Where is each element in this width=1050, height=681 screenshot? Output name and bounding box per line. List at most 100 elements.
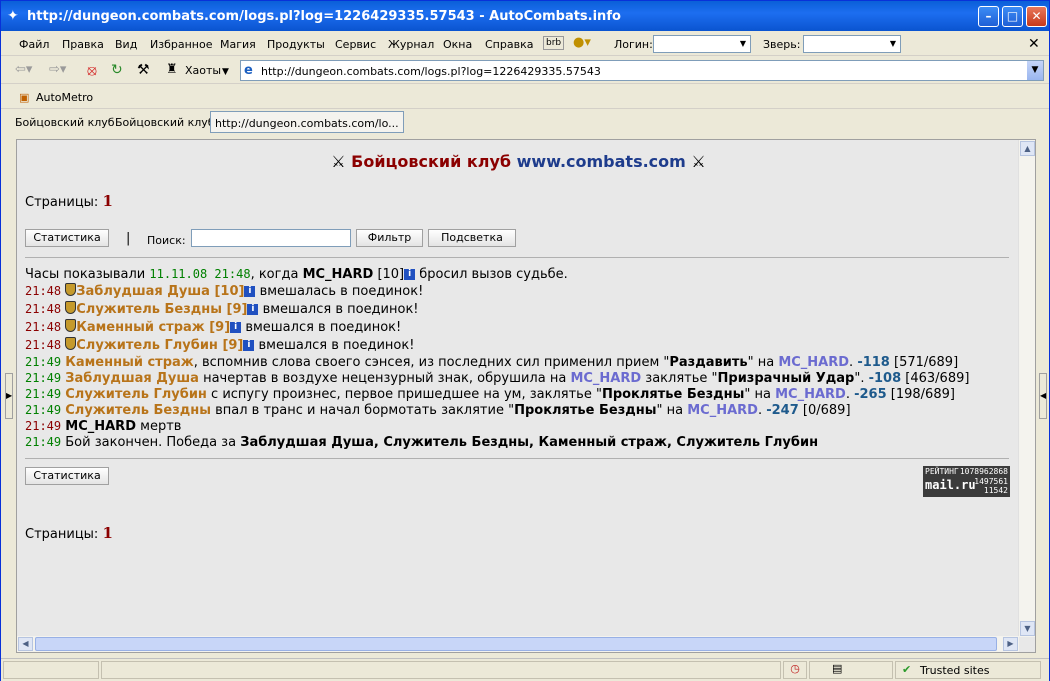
navigation-bar: ⇦▾ ⇨▾ ⦻ ↻ ⚒ ♜ Хаоты ▼ e http://dungeon.c… [1,57,1049,84]
search-input[interactable] [191,229,351,247]
page-link-1[interactable]: 1 [102,524,112,542]
status-bar: ◷ ▤ ✔ Trusted sites [1,658,1049,681]
highlight-button[interactable]: Подсветка [428,229,516,247]
log-row: 21:49 Служитель Глубин с испугу произнес… [25,387,955,402]
chevron-down-icon[interactable]: ▼ [222,64,229,80]
lightbulb-icon[interactable]: ●▾ [573,35,591,50]
menu-magic[interactable]: Магия [220,38,256,51]
log-row: 21:48 Служитель Глубин [9] i вмешался в п… [25,337,415,353]
page-icon: ▣ [19,91,30,104]
bot-name[interactable]: Каменный страж [9] [76,320,230,335]
menu-file[interactable]: Файл [19,38,49,51]
info-icon[interactable]: i [404,269,416,280]
automotro-link[interactable]: AutoMetro [36,90,93,106]
pagination-top: Страницы: 1 [25,192,113,210]
network-icon[interactable]: ▤ [809,661,893,679]
chaos-button[interactable]: Хаоты [185,63,221,79]
minimize-button[interactable]: – [978,6,999,27]
title-bar: ✦ http://dungeon.combats.com/logs.pl?log… [1,1,1049,31]
address-bar[interactable]: e http://dungeon.combats.com/logs.pl?log… [240,60,1044,81]
page-link-1[interactable]: 1 [102,192,112,210]
menu-view[interactable]: Вид [115,38,137,51]
site-url[interactable]: www.combats.com [517,152,686,171]
chevron-down-icon: ▼ [889,39,897,48]
bot-name[interactable]: Служитель Бездны [9] [76,302,247,317]
tab-log-active[interactable]: http://dungeon.combats.com/lo... [210,111,404,133]
tab-fightclub-1[interactable]: Бойцовский клуб [11,111,119,133]
log-row: 21:49 Заблудшая Душа начертав в воздухе … [25,371,970,386]
menu-edit[interactable]: Правка [62,38,104,51]
window-title: http://dungeon.combats.com/logs.pl?log=1… [27,9,621,24]
shield-icon [65,283,77,296]
scroll-up-icon[interactable]: ▲ [1020,141,1035,156]
log-intro: Часы показывали 11.11.08 21:48, когда MC… [25,267,568,282]
log-row: 21:49 Служитель Бездны впал в транс и на… [25,403,851,418]
player-name[interactable]: MC_HARD [303,267,374,282]
info-icon[interactable]: i [243,340,255,351]
separator: | [126,231,131,246]
security-zone[interactable]: ✔ Trusted sites [895,661,1041,679]
menu-favorites[interactable]: Избранное [150,38,212,51]
log-row: 21:48 Заблудшая Душа [10] i вмешалась в п… [25,283,424,299]
brb-icon[interactable]: brb [543,36,565,50]
menu-products[interactable]: Продукты [267,38,325,51]
refresh-icon[interactable]: ↻ [111,62,123,78]
log-row: 21:49 Бой закончен. Победа за Заблудшая … [25,435,819,450]
swords-icon: ⚔ [331,152,346,171]
tools-icon[interactable]: ⚒ [137,62,150,78]
statistics-button[interactable]: Статистика [25,229,109,247]
vertical-scrollbar[interactable]: ▲ ▼ [1018,140,1035,637]
chevron-down-icon[interactable]: ▼ [1027,61,1043,80]
mailru-rating-counter[interactable]: РЕЙТИНГ 1078962868 mail.ru 1497561 11542 [923,466,1010,497]
log-row: 21:48 Каменный страж [9] i вмешался в пое… [25,319,402,335]
login-label: Логин: [614,38,653,51]
clock-icon[interactable]: ◷ [783,661,807,679]
pet-label: Зверь: [763,38,801,51]
checkmark-icon: ✔ [902,663,912,676]
app-icon: ✦ [7,8,19,24]
info-icon[interactable]: i [230,322,242,333]
links-bar: ▣ AutoMetro [1,85,1049,109]
search-label: Поиск: [147,234,186,247]
close-menu-icon[interactable]: ✕ [1028,36,1040,52]
scroll-right-icon[interactable]: ▶ [1003,637,1018,651]
pet-select[interactable]: ▼ [803,35,901,53]
chaos-icon[interactable]: ♜ [166,62,178,78]
login-select[interactable]: ▼ [653,35,751,53]
log-row: 21:49 Каменный страж, вспомнив слова сво… [25,355,959,370]
menu-service[interactable]: Сервис [335,38,376,51]
site-title: Бойцовский клуб [351,152,512,171]
status-cell [3,661,99,679]
info-icon[interactable]: i [244,286,256,297]
left-panel-toggle[interactable]: ▶ [5,373,13,419]
filter-button[interactable]: Фильтр [356,229,423,247]
bot-name[interactable]: Служитель Глубин [9] [76,338,243,353]
page-title: ⚔ Бойцовский клуб www.combats.com ⚔ [17,152,1020,171]
maximize-button[interactable]: □ [1002,6,1023,27]
scroll-left-icon[interactable]: ◀ [18,637,33,651]
statistics-button-bottom[interactable]: Статистика [25,467,109,485]
stop-icon[interactable]: ⦻ [87,62,97,78]
forward-icon[interactable]: ⇨▾ [49,62,66,78]
menu-windows[interactable]: Окна [443,38,472,51]
horizontal-scrollbar[interactable]: ◀ ▶ [17,636,1019,652]
scroll-down-icon[interactable]: ▼ [1020,621,1035,636]
tab-fightclub-2[interactable]: Бойцовский клуб [111,111,219,133]
battle-log: Часы показывали 11.11.08 21:48, когда MC… [25,266,1015,450]
log-row: 21:48 Служитель Бездны [9] i вмешался в п… [25,301,419,317]
shield-icon [65,319,77,332]
menu-bar: Файл Правка Вид Избранное Магия Продукты… [1,32,1049,56]
status-text [101,661,781,679]
menu-journal[interactable]: Журнал [388,38,434,51]
browser-window: ✦ http://dungeon.combats.com/logs.pl?log… [0,0,1050,681]
address-input[interactable]: http://dungeon.combats.com/logs.pl?log=1… [261,65,601,78]
right-panel-toggle[interactable]: ◀ [1039,373,1047,419]
bot-name[interactable]: Заблудшая Душа [10] [76,284,244,299]
scroll-thumb[interactable] [35,637,997,651]
back-icon[interactable]: ⇦▾ [15,62,32,78]
menu-help[interactable]: Справка [485,38,533,51]
close-button[interactable]: ✕ [1026,6,1047,27]
shield-icon [65,337,77,350]
shield-icon [65,301,77,314]
info-icon[interactable]: i [247,304,259,315]
